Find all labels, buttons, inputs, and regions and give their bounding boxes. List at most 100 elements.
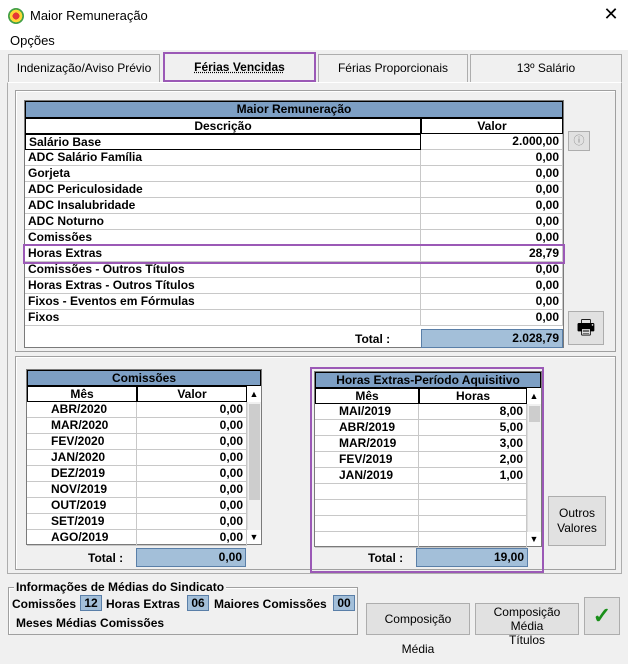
table-row[interactable]: Horas Extras - Outros Títulos 0,00 [25,278,563,294]
scroll-thumb[interactable] [249,404,260,500]
table-row[interactable]: Comissões 0,00 [25,230,563,246]
table-row[interactable]: AGO/2019 0,00 [27,530,247,546]
table-row[interactable]: MAR/2019 3,00 [315,436,527,452]
table-row[interactable]: ADC Salário Família 0,00 [25,150,563,166]
table-row[interactable]: DEZ/2019 0,00 [27,466,247,482]
table-row[interactable]: Comissões - Outros Títulos 0,00 [25,262,563,278]
table-row[interactable] [315,500,527,516]
cell-descricao: Salário Base [25,134,421,150]
close-icon[interactable]: ✕ [600,3,622,25]
title-bar: Maior Remuneração ✕ [0,0,628,30]
cell-valor: 0,00 [421,278,563,294]
cell-descricao: Comissões [25,230,421,246]
cell-descricao: Horas Extras - Outros Títulos [25,278,421,294]
comissoes-body: ABR/2020 0,00 MAR/2020 0,00 FEV/2020 0,00 JAN/… [27,402,247,546]
table-row[interactable]: NOV/2019 0,00 [27,482,247,498]
cell-descricao: ADC Periculosidade [25,182,421,198]
comissoes-total-label: Total : [88,551,124,565]
cell-valor: 5,00 [419,420,527,436]
comissoes-scrollbar[interactable] [247,402,261,530]
table-row[interactable]: FEV/2019 2,00 [315,452,527,468]
cell-descricao: Fixos [25,310,421,326]
scroll-down-icon[interactable]: ▼ [527,532,541,546]
table-row[interactable]: Fixos 0,00 [25,310,563,326]
scroll-up-icon[interactable]: ▲ [527,388,541,404]
cell-mes: ABR/2020 [27,402,137,418]
scroll-thumb[interactable] [529,406,540,422]
cell-mes: ABR/2019 [315,420,419,436]
cell-valor [419,484,527,500]
table-row[interactable]: SET/2019 0,00 [27,514,247,530]
cell-mes: MAR/2019 [315,436,419,452]
cell-mes: JAN/2019 [315,468,419,484]
tab-indenizacao[interactable]: Indenização/Aviso Prévio [8,54,160,82]
comissoes-title: Comissões [27,370,261,386]
cell-mes: MAI/2019 [315,404,419,420]
button-label: Composição Média [493,605,561,633]
table-row[interactable]: ADC Noturno 0,00 [25,214,563,230]
table-row[interactable]: Fixos - Eventos em Fórmulas 0,00 [25,294,563,310]
ok-check-icon[interactable]: ✓ [584,597,620,635]
table-row[interactable]: JAN/2020 0,00 [27,450,247,466]
cell-descricao: Gorjeta [25,166,421,182]
cell-mes: SET/2019 [27,514,137,530]
col-valor: Valor [421,118,563,134]
print-icon[interactable]: 🖶 [568,311,604,345]
table-row[interactable]: JAN/2019 1,00 [315,468,527,484]
tab-label: 13º Salário [516,61,576,75]
sindicato-comissoes-value: 12 [80,595,102,611]
outros-valores-button[interactable]: Outros Valores [548,496,606,546]
cell-valor: 0,00 [421,214,563,230]
cell-mes: MAR/2020 [27,418,137,434]
cell-valor: 0,00 [137,498,247,514]
table-row[interactable] [315,516,527,532]
cell-valor: 0,00 [137,466,247,482]
table-row[interactable]: Salário Base 2.000,00 [25,134,563,150]
table-row[interactable] [315,532,527,548]
comissoes-grid: Comissões Mês Valor ▲ ABR/2020 0,00 MAR/20… [26,369,262,546]
tab-ferias-vencidas[interactable]: Férias Vencidas [163,52,316,82]
cell-mes [315,484,419,500]
sindicato-maiores-value: 00 [333,595,355,611]
composicao-media-titulos-button[interactable]: Composição Média Títulos [475,603,579,647]
cell-descricao: ADC Noturno [25,214,421,230]
cell-valor: 0,00 [137,514,247,530]
table-row[interactable]: Horas Extras 28,79 [23,244,565,264]
tab-label: Férias Proporcionais [337,61,449,75]
table-row[interactable]: Gorjeta 0,00 [25,166,563,182]
cell-valor [419,500,527,516]
tab-13-salario[interactable]: 13º Salário [470,54,622,82]
horas-extras-title: Horas Extras-Período Aquisitivo [315,372,541,388]
table-row[interactable]: FEV/2020 0,00 [27,434,247,450]
cell-valor: 0,00 [421,262,563,278]
cell-valor [419,516,527,532]
table-row[interactable]: ADC Periculosidade 0,00 [25,182,563,198]
table-row[interactable]: ABR/2020 0,00 [27,402,247,418]
cell-valor: 0,00 [137,530,247,546]
scroll-up-icon[interactable]: ▲ [247,386,261,402]
table-row[interactable]: MAI/2019 8,00 [315,404,527,420]
col-mes: Mês [27,386,137,402]
cell-valor: 0,00 [421,166,563,182]
table-row[interactable]: ADC Insalubridade 0,00 [25,198,563,214]
sindicato-horas-label: Horas Extras [106,597,181,611]
tab-ferias-proporcionais[interactable]: Férias Proporcionais [318,54,468,82]
cell-valor: 0,00 [137,418,247,434]
table-row[interactable]: OUT/2019 0,00 [27,498,247,514]
scroll-down-icon[interactable]: ▼ [247,530,261,544]
table-row[interactable] [315,484,527,500]
sindicato-meses-label: Meses Médias Comissões [16,616,165,630]
menu-opcoes[interactable]: Opções [10,33,55,48]
cell-mes: FEV/2020 [27,434,137,450]
composicao-media-button[interactable]: Composição Média [366,603,470,656]
info-icon[interactable]: ⓘ [568,131,590,151]
col-valor: Valor [137,386,247,402]
horas-extras-scrollbar[interactable] [527,404,541,532]
table-row[interactable]: ABR/2019 5,00 [315,420,527,436]
total-value: 2.028,79 [421,329,563,348]
table-row[interactable]: MAR/2020 0,00 [27,418,247,434]
horas-extras-body: MAI/2019 8,00 ABR/2019 5,00 MAR/2019 3,00 FEV/… [315,404,527,548]
grid-body: Salário Base 2.000,00 ADC Salário Família 0… [23,134,565,326]
col-mes: Mês [315,388,419,404]
sindicato-comissoes-label: Comissões [12,597,77,611]
